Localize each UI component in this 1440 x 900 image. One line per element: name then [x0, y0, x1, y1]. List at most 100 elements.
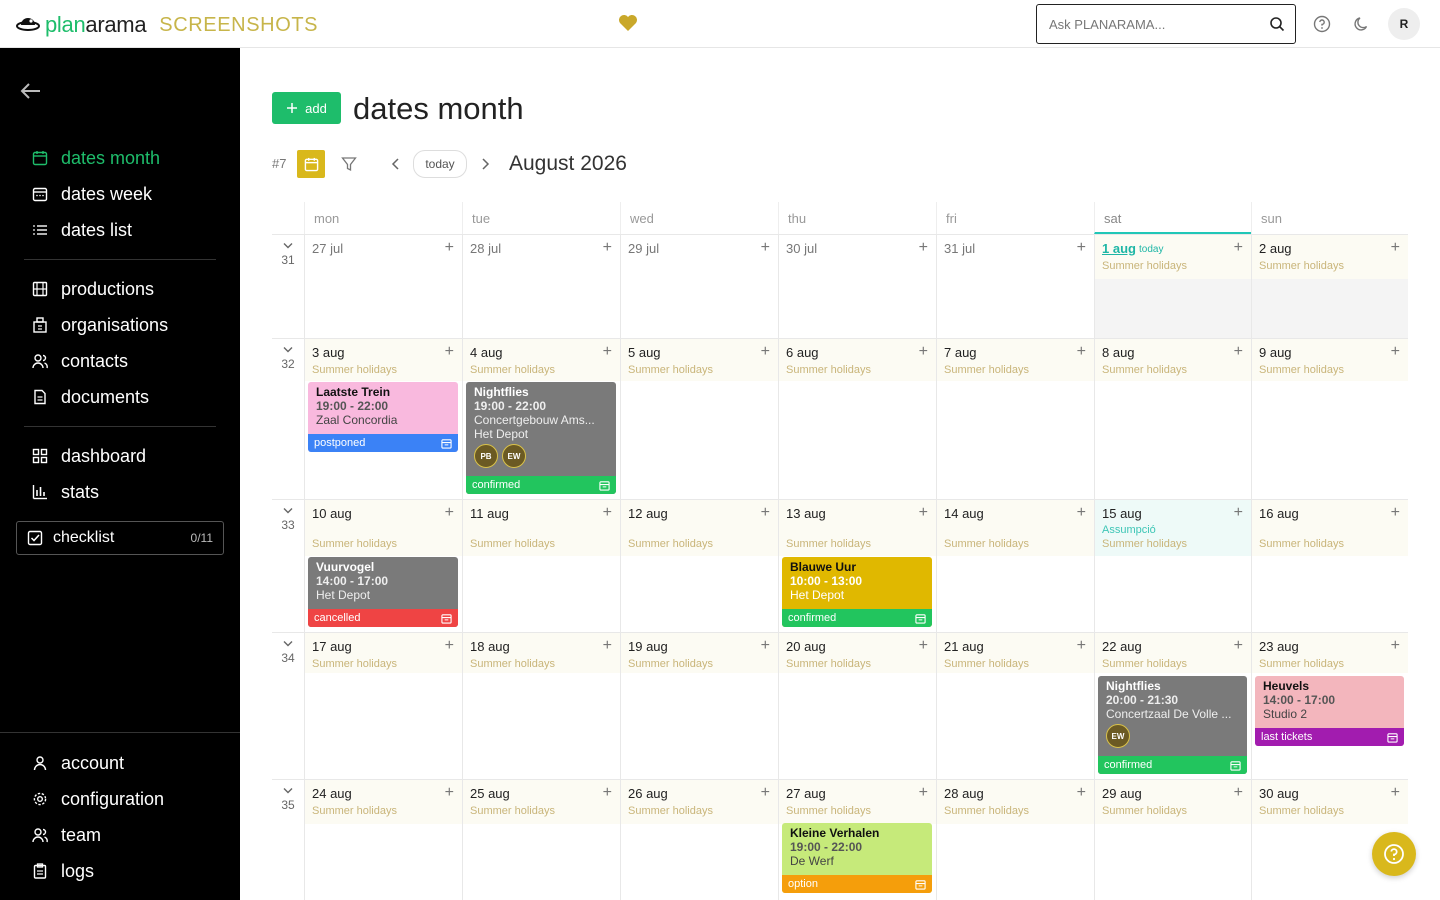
- chevron-right-icon[interactable]: [479, 157, 491, 171]
- chevron-down-icon[interactable]: [282, 640, 294, 648]
- week-number[interactable]: 32: [272, 338, 304, 499]
- day-cell[interactable]: 27 jul +: [304, 234, 462, 338]
- nav-organisations[interactable]: organisations: [32, 313, 168, 337]
- add-date-button[interactable]: +: [919, 638, 928, 654]
- nav-configuration[interactable]: configuration: [32, 787, 164, 811]
- chevron-down-icon[interactable]: [282, 787, 294, 795]
- add-date-button[interactable]: +: [603, 240, 612, 256]
- add-date-button[interactable]: +: [445, 638, 454, 654]
- help-circle-icon[interactable]: [1312, 14, 1332, 34]
- add-date-button[interactable]: +: [1077, 240, 1086, 256]
- day-cell[interactable]: 14 aug + Summer holidays: [936, 499, 1094, 632]
- event-card[interactable]: Heuvels 14:00 - 17:00 Studio 2 last tickets: [1255, 676, 1404, 746]
- nav-team[interactable]: team: [32, 823, 101, 847]
- calendar-view-button[interactable]: [297, 150, 325, 178]
- chevron-down-icon[interactable]: [282, 346, 294, 354]
- add-date-button[interactable]: +: [1077, 505, 1086, 521]
- moon-icon[interactable]: [1352, 14, 1372, 34]
- day-cell[interactable]: 8 aug + Summer holidays: [1094, 338, 1251, 499]
- add-date-button[interactable]: +: [603, 785, 612, 801]
- event-card[interactable]: Laatste Trein 19:00 - 22:00 Zaal Concordia…: [308, 382, 458, 452]
- add-date-button[interactable]: +: [761, 240, 770, 256]
- day-cell[interactable]: 11 aug + Summer holidays: [462, 499, 620, 632]
- day-cell[interactable]: 5 aug + Summer holidays: [620, 338, 778, 499]
- add-date-button[interactable]: +: [1077, 785, 1086, 801]
- heart-icon[interactable]: [618, 14, 638, 32]
- logo[interactable]: plan arama SCREENSHOTS: [16, 12, 318, 38]
- add-date-button[interactable]: +: [1391, 638, 1400, 654]
- add-date-button[interactable]: +: [1234, 240, 1243, 256]
- day-cell[interactable]: 18 aug + Summer holidays: [462, 632, 620, 779]
- help-button[interactable]: [1372, 832, 1416, 876]
- day-cell[interactable]: 29 jul +: [620, 234, 778, 338]
- add-date-button[interactable]: +: [445, 785, 454, 801]
- chevron-down-icon[interactable]: [282, 507, 294, 515]
- nav-account[interactable]: account: [32, 751, 124, 775]
- day-cell[interactable]: 29 aug + Summer holidays: [1094, 779, 1251, 900]
- user-avatar[interactable]: R: [1388, 8, 1420, 40]
- add-date-button[interactable]: +: [919, 240, 928, 256]
- day-cell[interactable]: 6 aug + Summer holidays: [778, 338, 936, 499]
- day-cell[interactable]: 9 aug + Summer holidays: [1251, 338, 1408, 499]
- day-cell[interactable]: 31 jul +: [936, 234, 1094, 338]
- add-date-button[interactable]: +: [761, 785, 770, 801]
- add-date-button[interactable]: +: [445, 240, 454, 256]
- event-card[interactable]: Nightflies 19:00 - 22:00 Concertgebouw Ams…: [466, 382, 616, 494]
- nav-stats[interactable]: stats: [32, 480, 99, 504]
- day-cell[interactable]: 28 aug + Summer holidays: [936, 779, 1094, 900]
- day-cell[interactable]: 30 jul +: [778, 234, 936, 338]
- filter-icon[interactable]: [341, 156, 357, 172]
- nav-documents[interactable]: documents: [32, 385, 149, 409]
- add-date-button[interactable]: +: [1391, 505, 1400, 521]
- add-date-button[interactable]: +: [761, 505, 770, 521]
- day-cell[interactable]: 19 aug + Summer holidays: [620, 632, 778, 779]
- add-date-button[interactable]: +: [919, 785, 928, 801]
- event-card[interactable]: Blauwe Uur 10:00 - 13:00 Het Depot confirme…: [782, 557, 932, 627]
- add-date-button[interactable]: +: [919, 505, 928, 521]
- chevron-left-icon[interactable]: [390, 157, 402, 171]
- add-date-button[interactable]: +: [761, 638, 770, 654]
- member-avatar[interactable]: EW: [1106, 724, 1130, 748]
- member-avatar[interactable]: PB: [474, 444, 498, 468]
- add-date-button[interactable]: +: [761, 344, 770, 360]
- add-date-button[interactable]: +: [603, 344, 612, 360]
- add-date-button[interactable]: +: [1391, 344, 1400, 360]
- add-date-button[interactable]: +: [1234, 638, 1243, 654]
- week-number[interactable]: 31: [272, 234, 304, 338]
- add-date-button[interactable]: +: [1077, 344, 1086, 360]
- add-date-button[interactable]: +: [1234, 344, 1243, 360]
- day-cell[interactable]: 7 aug + Summer holidays: [936, 338, 1094, 499]
- nav-logs[interactable]: logs: [32, 859, 94, 883]
- add-date-button[interactable]: +: [1234, 785, 1243, 801]
- add-date-button[interactable]: +: [603, 505, 612, 521]
- week-number[interactable]: 35: [272, 779, 304, 900]
- day-cell[interactable]: 20 aug + Summer holidays: [778, 632, 936, 779]
- add-date-button[interactable]: +: [603, 638, 612, 654]
- checklist-button[interactable]: checklist 0/11: [16, 521, 224, 555]
- event-card[interactable]: Kleine Verhalen 19:00 - 22:00 De Werf optio…: [782, 823, 932, 893]
- day-cell[interactable]: 17 aug + Summer holidays: [304, 632, 462, 779]
- week-number[interactable]: 33: [272, 499, 304, 632]
- arrow-left-icon[interactable]: [20, 80, 42, 102]
- day-cell[interactable]: 24 aug + Summer holidays: [304, 779, 462, 900]
- nav-dates-list[interactable]: dates list: [32, 218, 132, 242]
- nav-productions[interactable]: productions: [32, 277, 154, 301]
- nav-dates-month[interactable]: dates month: [32, 146, 160, 170]
- day-cell[interactable]: 25 aug + Summer holidays: [462, 779, 620, 900]
- search-icon[interactable]: [1269, 16, 1285, 32]
- event-card[interactable]: Nightflies 20:00 - 21:30 Concertzaal De Vo…: [1098, 676, 1247, 774]
- add-date-button[interactable]: +: [445, 344, 454, 360]
- day-cell[interactable]: 16 aug + Summer holidays: [1251, 499, 1408, 632]
- day-cell[interactable]: 15 aug + Assumpció Summer holidays: [1094, 499, 1251, 632]
- member-avatar[interactable]: EW: [502, 444, 526, 468]
- add-date-button[interactable]: +: [445, 505, 454, 521]
- day-cell[interactable]: 28 jul +: [462, 234, 620, 338]
- add-date-button[interactable]: +: [919, 344, 928, 360]
- add-date-button[interactable]: +: [1234, 505, 1243, 521]
- nav-dates-week[interactable]: dates week: [32, 182, 152, 206]
- search-input[interactable]: [1049, 16, 1269, 32]
- day-cell[interactable]: 2 aug + Summer holidays: [1251, 234, 1408, 338]
- add-button[interactable]: add: [272, 92, 341, 124]
- day-cell[interactable]: 21 aug + Summer holidays: [936, 632, 1094, 779]
- add-date-button[interactable]: +: [1391, 240, 1400, 256]
